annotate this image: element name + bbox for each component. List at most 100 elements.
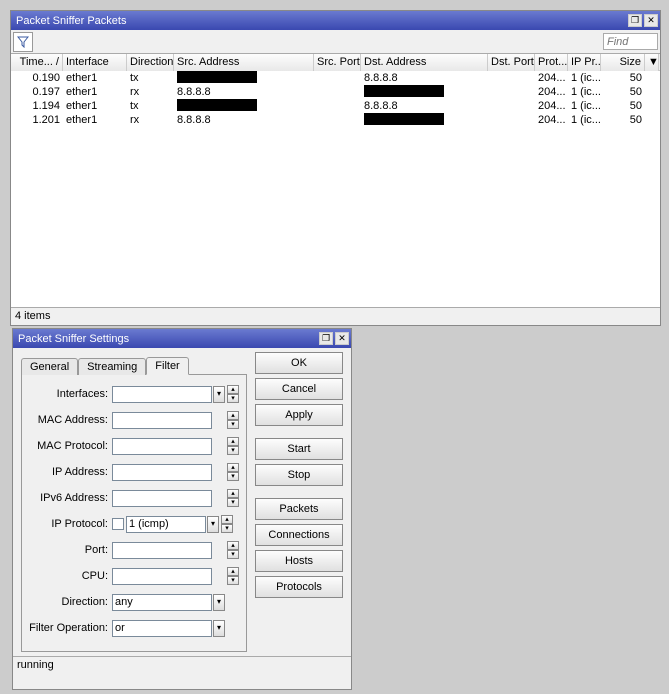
status-bar: 4 items: [11, 307, 660, 324]
col-direction[interactable]: Direction: [127, 54, 174, 71]
filter-button[interactable]: [13, 32, 33, 52]
start-button[interactable]: Start: [255, 438, 343, 460]
mac-address-input[interactable]: [112, 412, 212, 429]
cell: 204...: [535, 99, 568, 113]
col-src-port[interactable]: Src. Port: [314, 54, 361, 71]
ip-protocol-checkbox[interactable]: [112, 518, 124, 530]
titlebar[interactable]: Packet Sniffer Packets ❐ ✕: [11, 11, 660, 30]
cell: 50: [601, 71, 645, 85]
spinners[interactable]: ▴▾: [227, 489, 239, 507]
spinners[interactable]: ▴▾: [227, 411, 239, 429]
dropdown-icon[interactable]: ▾: [207, 516, 219, 533]
filter-op-input[interactable]: [112, 620, 212, 637]
col-dst-port[interactable]: Dst. Port: [488, 54, 535, 71]
table-body[interactable]: 0.190ether1tx8.8.8.8204...1 (ic...500.19…: [11, 71, 660, 307]
spinners[interactable]: ▴▾: [221, 515, 233, 533]
restore-icon[interactable]: ❐: [319, 332, 333, 345]
cell: 1.201: [11, 113, 63, 127]
col-menu[interactable]: ▼: [645, 54, 659, 71]
table-row[interactable]: 1.194ether1tx8.8.8.8204...1 (ic...50: [11, 99, 660, 113]
spinners[interactable]: ▴▾: [227, 463, 239, 481]
right-column: OK Cancel Apply Start Stop Packets Conne…: [251, 352, 347, 652]
protocols-button[interactable]: Protocols: [255, 576, 343, 598]
cell: rx: [127, 113, 174, 127]
ip-address-input[interactable]: [112, 464, 212, 481]
cpu-input[interactable]: [112, 568, 212, 585]
window-title: Packet Sniffer Packets: [16, 15, 626, 27]
cell: ether1: [63, 113, 127, 127]
col-ip-protocol[interactable]: IP Pr...: [568, 54, 601, 71]
cell: [314, 85, 361, 99]
tab-streaming[interactable]: Streaming: [78, 358, 146, 375]
table-row[interactable]: 0.190ether1tx8.8.8.8204...1 (ic...50: [11, 71, 660, 85]
label-cpu: CPU:: [26, 570, 112, 582]
table-row[interactable]: 1.201ether1rx8.8.8.8204...1 (ic...50: [11, 113, 660, 127]
status-bar: running: [13, 656, 351, 673]
packets-button[interactable]: Packets: [255, 498, 343, 520]
table-row[interactable]: 0.197ether1rx8.8.8.8204...1 (ic...50: [11, 85, 660, 99]
cell: 0.190: [11, 71, 63, 85]
cell: [314, 71, 361, 85]
tab-general[interactable]: General: [21, 358, 78, 375]
spinners[interactable]: ▴▾: [227, 541, 239, 559]
connections-button[interactable]: Connections: [255, 524, 343, 546]
apply-button[interactable]: Apply: [255, 404, 343, 426]
table-header: Time... / Interface Direction Src. Addre…: [11, 54, 660, 71]
interfaces-input[interactable]: [112, 386, 212, 403]
close-icon[interactable]: ✕: [335, 332, 349, 345]
spinners[interactable]: ▴▾: [227, 385, 239, 403]
ip-protocol-input[interactable]: [126, 516, 206, 533]
cell: tx: [127, 71, 174, 85]
cell: 0.197: [11, 85, 63, 99]
hosts-button[interactable]: Hosts: [255, 550, 343, 572]
direction-input[interactable]: [112, 594, 212, 611]
cell: 1 (ic...: [568, 99, 601, 113]
dropdown-icon[interactable]: ▾: [213, 594, 225, 611]
label-port: Port:: [26, 544, 112, 556]
col-protocol[interactable]: Prot...: [535, 54, 568, 71]
tab-filter[interactable]: Filter: [146, 357, 188, 375]
cell: 50: [601, 85, 645, 99]
cell: 1.194: [11, 99, 63, 113]
col-interface[interactable]: Interface: [63, 54, 127, 71]
label-mac-protocol: MAC Protocol:: [26, 440, 112, 452]
col-src-address[interactable]: Src. Address: [174, 54, 314, 71]
ipv6-address-input[interactable]: [112, 490, 212, 507]
spinners[interactable]: ▴▾: [227, 437, 239, 455]
cell: 1 (ic...: [568, 113, 601, 127]
col-size[interactable]: Size: [601, 54, 645, 71]
cell: 8.8.8.8: [174, 113, 314, 127]
col-time[interactable]: Time... /: [11, 54, 63, 71]
packets-window: Packet Sniffer Packets ❐ ✕ Time... / Int…: [10, 10, 661, 326]
find-input[interactable]: [603, 33, 658, 50]
titlebar[interactable]: Packet Sniffer Settings ❐ ✕: [13, 329, 351, 348]
label-interfaces: Interfaces:: [26, 388, 112, 400]
port-input[interactable]: [112, 542, 212, 559]
dropdown-icon[interactable]: ▾: [213, 620, 225, 637]
cell: [314, 113, 361, 127]
cell: ether1: [63, 85, 127, 99]
mac-protocol-input[interactable]: [112, 438, 212, 455]
cell: 1 (ic...: [568, 71, 601, 85]
dropdown-icon[interactable]: ▾: [213, 386, 225, 403]
settings-body: General Streaming Filter Interfaces: ▾ ▴…: [13, 348, 351, 656]
label-direction: Direction:: [26, 596, 112, 608]
cell: [488, 113, 535, 127]
stop-button[interactable]: Stop: [255, 464, 343, 486]
cell: 204...: [535, 113, 568, 127]
col-dst-address[interactable]: Dst. Address: [361, 54, 488, 71]
settings-window: Packet Sniffer Settings ❐ ✕ General Stre…: [12, 328, 352, 690]
label-ip-address: IP Address:: [26, 466, 112, 478]
spinners[interactable]: ▴▾: [227, 567, 239, 585]
tab-body: Interfaces: ▾ ▴▾ MAC Address: ▾ ▴▾ MAC P…: [21, 374, 247, 652]
cancel-button[interactable]: Cancel: [255, 378, 343, 400]
cell: [174, 71, 314, 85]
cell: 204...: [535, 85, 568, 99]
funnel-icon: [17, 36, 29, 48]
close-icon[interactable]: ✕: [644, 14, 658, 27]
ok-button[interactable]: OK: [255, 352, 343, 374]
restore-icon[interactable]: ❐: [628, 14, 642, 27]
cell: ether1: [63, 99, 127, 113]
cell: [361, 85, 488, 99]
tabs: General Streaming Filter: [17, 352, 251, 374]
